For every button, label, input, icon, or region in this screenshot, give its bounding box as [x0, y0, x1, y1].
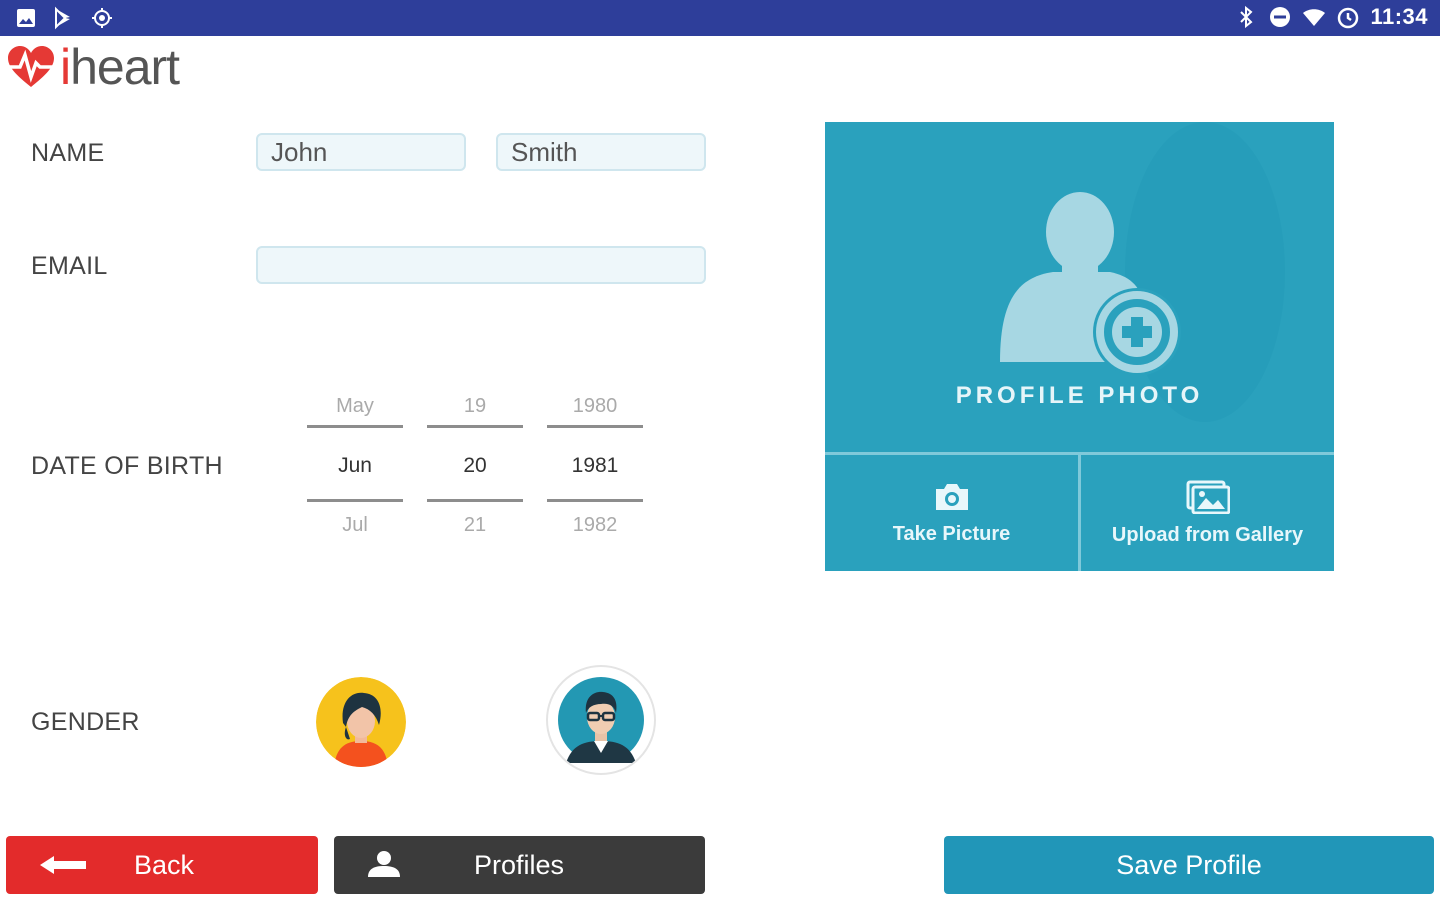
- month-bottom-divider: [307, 499, 403, 502]
- year-picker[interactable]: 1980: [547, 391, 643, 421]
- play-store-icon: [55, 6, 70, 30]
- upload-gallery-button[interactable]: Upload from Gallery: [1081, 455, 1334, 571]
- email-input[interactable]: [256, 246, 706, 284]
- upload-gallery-label: Upload from Gallery: [1111, 523, 1304, 546]
- bluetooth-icon: [1240, 5, 1253, 29]
- alarm-icon: [1338, 7, 1359, 29]
- female-avatar-button[interactable]: [316, 677, 406, 767]
- year-current-wrap[interactable]: 1981: [547, 451, 643, 481]
- year-next-wrap[interactable]: 1982: [547, 510, 643, 540]
- email-label: EMAIL: [31, 252, 108, 280]
- male-avatar-icon: [558, 677, 644, 763]
- take-picture-button[interactable]: Take Picture: [825, 455, 1078, 571]
- camera-icon: [935, 483, 968, 510]
- male-avatar-button[interactable]: [546, 665, 656, 775]
- take-picture-label: Take Picture: [892, 522, 1011, 545]
- profile-photo-caption: PROFILE PHOTO: [955, 382, 1204, 409]
- female-avatar-icon: [316, 677, 406, 767]
- year-current[interactable]: 1981: [547, 451, 643, 481]
- logo-letter-i: i: [60, 39, 71, 95]
- day-top-divider: [427, 425, 523, 428]
- last-name-value: Smith: [511, 136, 578, 167]
- day-current[interactable]: 20: [427, 451, 523, 481]
- name-label: NAME: [31, 139, 105, 167]
- first-name-value: John: [271, 136, 328, 167]
- month-next[interactable]: Jul: [307, 510, 403, 540]
- day-current-wrap[interactable]: 20: [427, 451, 523, 481]
- last-name-input[interactable]: Smith: [496, 133, 706, 171]
- month-prev[interactable]: May: [307, 391, 403, 421]
- day-bottom-divider: [427, 499, 523, 502]
- year-top-divider: [547, 425, 643, 428]
- day-prev[interactable]: 19: [427, 391, 523, 421]
- month-top-divider: [307, 425, 403, 428]
- year-bottom-divider: [547, 499, 643, 502]
- status-time: 11:34: [1370, 4, 1428, 29]
- status-bar: 11:34: [0, 0, 1440, 36]
- image-icon: [17, 9, 35, 27]
- logo-wordmark: iheart: [60, 39, 180, 95]
- first-name-input[interactable]: John: [256, 133, 466, 171]
- profiles-button[interactable]: Profiles: [334, 836, 705, 894]
- gallery-icon: [1186, 480, 1230, 514]
- month-current-wrap[interactable]: Jun: [307, 451, 403, 481]
- back-button[interactable]: Back: [6, 836, 318, 894]
- gender-label: GENDER: [31, 708, 140, 736]
- person-icon: [368, 851, 400, 877]
- day-next[interactable]: 21: [427, 510, 523, 540]
- heart-logo-icon: [8, 46, 54, 87]
- gps-icon: [92, 8, 112, 28]
- save-profile-button[interactable]: Save Profile: [944, 836, 1434, 894]
- month-picker[interactable]: May: [307, 391, 403, 421]
- month-current[interactable]: Jun: [307, 451, 403, 481]
- do-not-disturb-icon: [1270, 7, 1291, 27]
- month-next-wrap[interactable]: Jul: [307, 510, 403, 540]
- back-arrow-icon: [40, 856, 86, 874]
- wifi-icon: [1303, 9, 1326, 26]
- profile-photo-area[interactable]: PROFILE PHOTO: [825, 122, 1334, 452]
- profile-photo-panel: PROFILE PHOTO Take Picture Upload from G…: [825, 122, 1334, 571]
- dob-label: DATE OF BIRTH: [31, 452, 223, 480]
- year-prev[interactable]: 1980: [547, 391, 643, 421]
- logo-word-heart: heart: [70, 39, 180, 95]
- year-next[interactable]: 1982: [547, 510, 643, 540]
- day-picker[interactable]: 19: [427, 391, 523, 421]
- save-profile-label: Save Profile: [1116, 849, 1262, 880]
- day-next-wrap[interactable]: 21: [427, 510, 523, 540]
- status-bar-right: 11:34: [1234, 4, 1428, 30]
- back-button-label: Back: [134, 849, 195, 880]
- profiles-button-label: Profiles: [474, 849, 565, 880]
- status-bar-left: [14, 6, 114, 30]
- app-logo: iheart: [6, 39, 180, 95]
